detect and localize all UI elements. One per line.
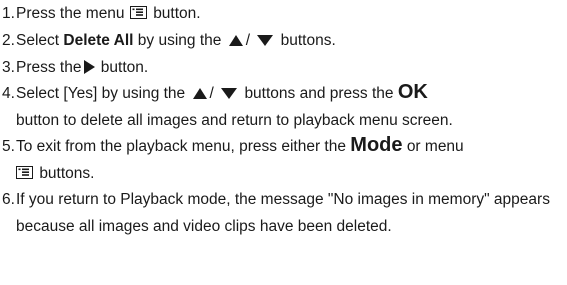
menu-list-icon xyxy=(16,165,33,179)
separator: / xyxy=(245,32,250,49)
step-text: button. xyxy=(153,5,201,22)
step-text: button to delete all images and return t… xyxy=(16,111,453,129)
step-6: 6. If you return to Playback mode, the m… xyxy=(0,187,567,240)
step-text: Press the xyxy=(16,59,82,76)
step-text: If you return to Playback mode, the mess… xyxy=(16,191,550,235)
step-number: 6. xyxy=(2,191,15,208)
triangle-right-icon xyxy=(84,60,96,74)
menu-list-icon xyxy=(129,6,147,19)
mode-button-label: Mode xyxy=(350,134,403,156)
step-text: button. xyxy=(100,59,149,76)
triangle-up-icon xyxy=(228,35,243,46)
step-number: 1. xyxy=(2,5,15,22)
step-3: 3. Press the button. xyxy=(0,54,567,81)
triangle-up-icon xyxy=(192,88,207,99)
step-text: Press the menu xyxy=(16,5,125,22)
triangle-down-icon xyxy=(221,88,238,99)
step-2: 2. Select Delete All by using the / butt… xyxy=(0,27,567,54)
step-number: 3. xyxy=(2,59,15,76)
step-1: 1. Press the menu button. xyxy=(0,0,567,27)
step-text: or menu xyxy=(406,138,464,155)
separator: / xyxy=(209,85,214,102)
triangle-down-icon xyxy=(257,35,274,46)
delete-all-label: Delete All xyxy=(63,32,134,49)
instruction-list: 1. Press the menu button. 2. Select Dele… xyxy=(0,0,567,240)
ok-button-label: OK xyxy=(397,81,428,103)
step-text: buttons and press the xyxy=(244,85,394,102)
step-5: 5. To exit from the playback menu, press… xyxy=(0,134,567,187)
step-text: by using the xyxy=(137,32,222,49)
step-number: 4. xyxy=(2,85,15,102)
step-text: Select xyxy=(16,32,60,49)
step-text: buttons. xyxy=(280,32,336,49)
step-text: To exit from the playback menu, press ei… xyxy=(16,138,346,155)
step-number: 2. xyxy=(2,32,15,49)
step-text: buttons. xyxy=(39,164,95,182)
step-4: 4. Select [Yes] by using the / buttons a… xyxy=(0,81,567,134)
step-number: 5. xyxy=(2,138,15,155)
step-text: Select [Yes] by using the xyxy=(16,85,186,102)
